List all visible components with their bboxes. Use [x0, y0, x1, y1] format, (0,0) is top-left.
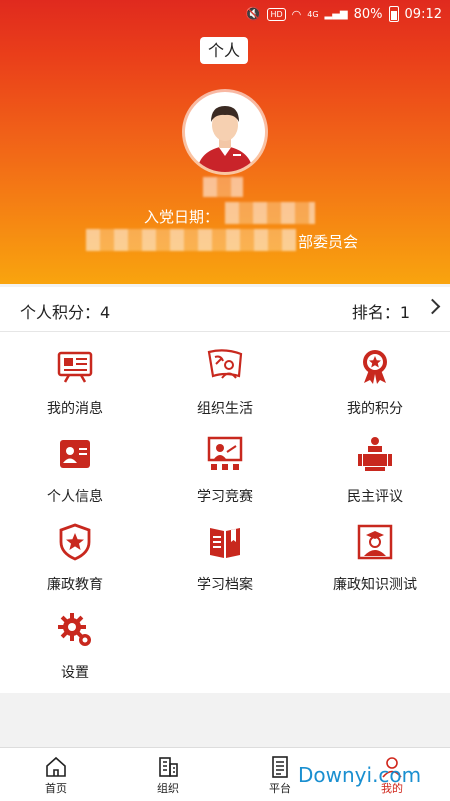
menu-label: 我的积分: [347, 401, 403, 417]
menu-label: 民主评议: [347, 489, 403, 505]
menu-label: 学习竞赛: [197, 489, 253, 505]
wifi-icon: ◠: [291, 7, 302, 21]
building-icon: [159, 757, 178, 777]
menu-item-study-competition[interactable]: 学习竞赛: [150, 420, 300, 508]
tab-home[interactable]: 首页: [0, 748, 112, 801]
gear-icon: [58, 613, 91, 646]
menu-label: 我的消息: [47, 401, 103, 417]
medal-icon: [363, 350, 387, 384]
user-portrait-icon: [197, 106, 253, 172]
menu-label: 组织生活: [197, 401, 253, 417]
book-icon: [210, 528, 240, 558]
menu-item-integrity-quiz[interactable]: 廉政知识测试: [300, 508, 450, 596]
organization-redacted: [86, 229, 296, 251]
menu-item-settings[interactable]: 设置: [0, 596, 150, 684]
battery-percent: 80%: [353, 6, 383, 22]
join-date-redacted: [225, 202, 315, 224]
tab-organization[interactable]: 组织: [112, 748, 224, 801]
menu-label: 廉政教育: [47, 577, 103, 593]
menu-item-personal-info[interactable]: 个人信息: [0, 420, 150, 508]
signal-label: 4G: [307, 9, 319, 19]
menu-item-democratic-review[interactable]: 民主评议: [300, 420, 450, 508]
watermark: Downyi.com: [298, 763, 422, 787]
menu-item-my-messages[interactable]: 我的消息: [0, 332, 150, 420]
page-title: 个人: [200, 37, 248, 64]
meeting-icon: [358, 437, 392, 471]
menu-label: 学习档案: [197, 577, 253, 593]
message-board-icon: [57, 351, 93, 383]
network-badge: HD: [267, 7, 286, 21]
menu-item-study-records[interactable]: 学习档案: [150, 508, 300, 596]
feature-grid: 我的消息 组织生活 我的积分 个人信息 学习竞赛 民主评议 廉政教育 学习档案 …: [0, 332, 450, 693]
home-icon: [46, 756, 66, 777]
tab-label: 组织: [157, 782, 179, 795]
star-shield-icon: [59, 523, 91, 561]
party-flag-icon: [207, 349, 243, 379]
mute-icon: 🔇: [245, 6, 262, 22]
graduate-portrait-icon: [357, 524, 393, 560]
menu-item-organization-life[interactable]: 组织生活: [150, 332, 300, 420]
profile-header: 🔇 HD ◠ 4G ▂▄▆ 80% 09:12 个人 入党日期： 部委员会: [0, 0, 450, 284]
menu-label: 设置: [61, 665, 89, 681]
clock: 09:12: [404, 6, 442, 22]
personal-score: 个人积分：4: [20, 303, 111, 322]
menu-item-integrity-education[interactable]: 廉政教育: [0, 508, 150, 596]
chevron-right-icon[interactable]: [424, 298, 441, 315]
status-bar: 🔇 HD ◠ 4G ▂▄▆ 80% 09:12: [245, 4, 442, 24]
lecture-icon: [207, 436, 243, 470]
document-icon: [272, 756, 288, 778]
score-bar[interactable]: 个人积分：4 排名：1: [0, 287, 450, 332]
join-date-label: 入党日期：: [144, 208, 220, 226]
menu-label: 个人信息: [47, 489, 103, 505]
signal-icon: ▂▄▆: [324, 8, 348, 20]
organization-suffix: 部委员会: [298, 233, 359, 251]
ranking: 排名：1: [351, 303, 410, 322]
id-card-icon: [60, 440, 90, 468]
menu-item-my-points[interactable]: 我的积分: [300, 332, 450, 420]
menu-label: 廉政知识测试: [333, 577, 417, 593]
tab-label: 首页: [45, 782, 67, 795]
battery-icon: [388, 6, 399, 22]
name-redacted: [203, 177, 243, 197]
avatar[interactable]: [185, 92, 265, 172]
